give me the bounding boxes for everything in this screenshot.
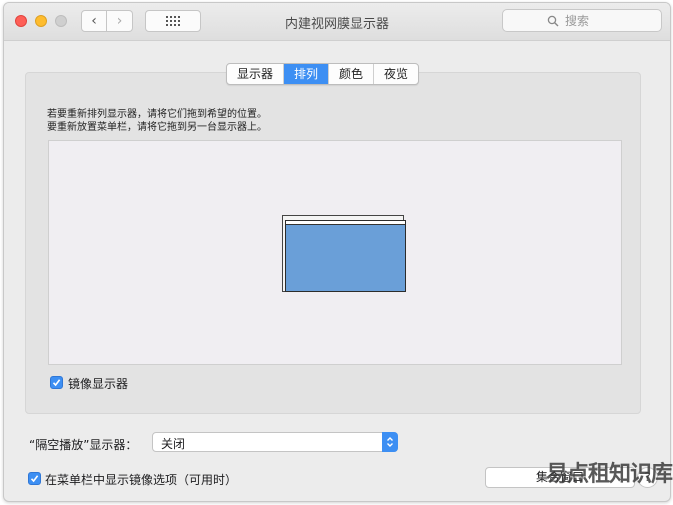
tab-night-shift[interactable]: 夜览 <box>374 64 418 84</box>
tab-display[interactable]: 显示器 <box>227 64 285 84</box>
checkmark-icon <box>52 379 61 387</box>
display-menubar-strip[interactable] <box>286 221 405 225</box>
watermark: 易点租知识库 <box>546 462 673 487</box>
search-field[interactable] <box>502 9 662 32</box>
mirror-displays-checkbox[interactable] <box>50 376 63 389</box>
instruction-text-2: 要重新放置菜单栏，请将它拖到另一台显示器上。 <box>47 122 267 133</box>
search-input[interactable] <box>563 12 617 29</box>
menubar-mirroring-checkbox[interactable] <box>28 472 41 485</box>
tab-arrangement[interactable]: 排列 <box>284 64 330 84</box>
checkmark-icon <box>30 475 39 483</box>
airplay-selected-value: 关闭 <box>161 437 186 451</box>
chevron-updown-icon[interactable] <box>382 432 398 452</box>
menubar-mirroring-label: 在菜单栏中显示镜像选项（可用时） <box>45 473 238 487</box>
titlebar: ‹ › 内建视网膜显示器 <box>4 3 670 41</box>
tab-color[interactable]: 颜色 <box>329 64 375 84</box>
instruction-text-1: 若要重新排列显示器，请将它们拖到希望的位置。 <box>47 109 267 120</box>
mirror-displays-label: 镜像显示器 <box>68 377 129 391</box>
search-icon <box>547 15 559 26</box>
airplay-display-label: “隔空播放”显示器： <box>29 438 138 452</box>
display-thumbnail-main[interactable] <box>285 220 406 292</box>
tab-bar: 显示器 排列 颜色 夜览 <box>226 63 420 85</box>
airplay-display-select[interactable]: 关闭 <box>152 432 398 452</box>
